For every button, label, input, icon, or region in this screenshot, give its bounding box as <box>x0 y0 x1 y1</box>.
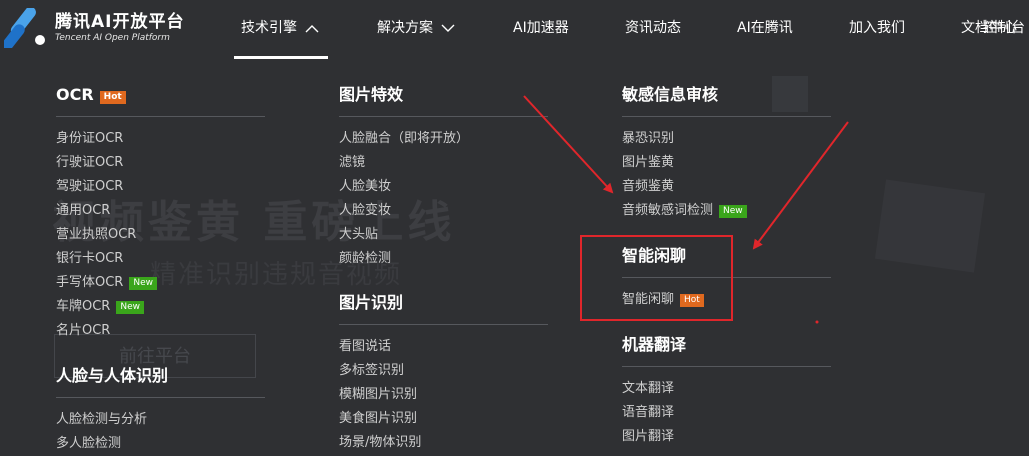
annotation-arrows <box>523 95 849 324</box>
annotation-arrow-icon <box>523 95 614 194</box>
annotation-dot <box>815 320 819 324</box>
annotation-arrow-icon <box>752 121 849 250</box>
